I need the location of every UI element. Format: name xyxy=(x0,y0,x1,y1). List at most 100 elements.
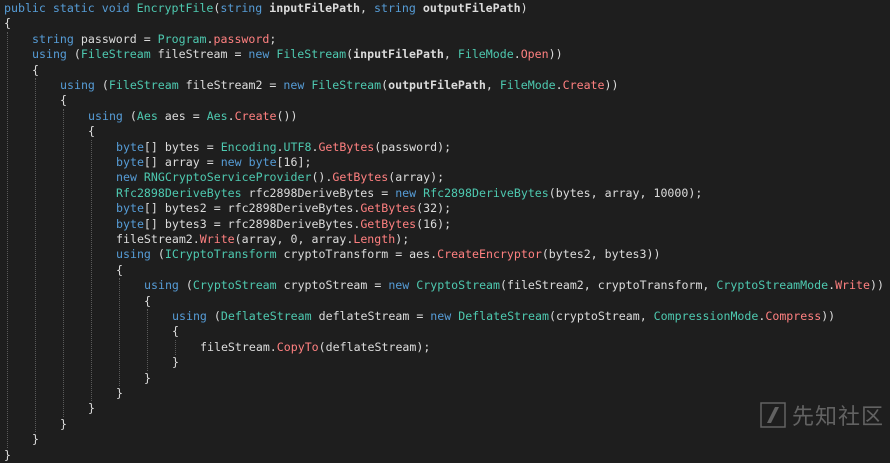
code-token: Encoding xyxy=(220,139,277,154)
code-line: { xyxy=(88,124,95,139)
code-token: . xyxy=(513,47,521,62)
code-line: byte[] array = new byte[16]; xyxy=(116,155,311,170)
code-token: string xyxy=(32,31,81,46)
code-line: } xyxy=(32,432,39,447)
code-token: byte xyxy=(116,139,144,154)
code-token: Rfc2898DeriveBytes xyxy=(423,185,549,200)
code-token: byte xyxy=(116,201,144,216)
code-token: DeflateStream xyxy=(220,309,312,323)
code-line: } xyxy=(4,448,11,463)
code-token: fileStream2. xyxy=(116,232,200,246)
code-token: RNGCryptoServiceProvider xyxy=(143,170,312,185)
code-token: CopyTo xyxy=(276,339,319,354)
code-token: fileStream. xyxy=(200,339,277,354)
code-line: { xyxy=(116,263,123,278)
code-token: { xyxy=(172,324,179,339)
indent-guide xyxy=(63,108,64,417)
code-token: ()) xyxy=(276,108,298,123)
code-token: )) xyxy=(821,309,836,323)
code-line: { xyxy=(144,294,151,309)
code-token: Create xyxy=(234,108,277,123)
code-token: inputFilePath xyxy=(353,47,444,62)
indent-guide xyxy=(175,339,176,356)
code-token: Aes xyxy=(206,108,228,123)
code-token: FileMode xyxy=(457,47,514,62)
code-token: using xyxy=(60,78,102,92)
xianzhi-logo-icon xyxy=(760,402,786,428)
code-token: outputFilePath xyxy=(388,78,486,92)
code-token: ( xyxy=(73,47,81,62)
code-token: { xyxy=(4,16,11,31)
code-token: new xyxy=(116,170,144,185)
code-token: ( xyxy=(157,247,165,262)
indent-guide xyxy=(91,139,92,402)
code-token: Write xyxy=(835,278,870,293)
code-token: { xyxy=(116,262,123,277)
code-token: ( xyxy=(213,309,221,323)
code-token: , xyxy=(360,1,374,15)
code-token: ) xyxy=(520,1,528,15)
code-token: )) xyxy=(604,78,619,92)
code-token: (bytes, array, 10000); xyxy=(548,185,703,200)
code-token: } xyxy=(144,370,151,385)
code-line: using (CryptoStream cryptoStream = new C… xyxy=(144,278,884,293)
code-token: byte xyxy=(116,216,144,231)
indent-guide xyxy=(119,278,120,386)
code-line: new RNGCryptoServiceProvider().GetBytes(… xyxy=(116,170,444,185)
code-editor[interactable]: 先知社区 public static void EncryptFile(stri… xyxy=(0,0,890,462)
code-token: FileStream xyxy=(80,47,151,62)
code-token: FileStream xyxy=(108,78,179,92)
code-line: byte[] bytes3 = rfc2898DeriveBytes.GetBy… xyxy=(116,217,451,232)
code-token: { xyxy=(88,124,95,139)
code-token: } xyxy=(32,432,39,447)
code-token: new xyxy=(248,47,277,62)
code-token: } xyxy=(60,416,67,431)
code-line: } xyxy=(88,401,95,416)
code-token: FileStream xyxy=(276,47,347,62)
code-token: FileStream xyxy=(311,78,382,92)
code-token: . xyxy=(227,108,235,123)
code-line: using (DeflateStream deflateStream = new… xyxy=(172,309,835,324)
code-token: (cryptoStream, xyxy=(548,309,654,323)
code-token: DeflateStream xyxy=(458,309,549,323)
code-token: CompressionMode xyxy=(653,309,759,323)
code-line: } xyxy=(172,355,179,370)
code-token: inputFilePath xyxy=(269,1,361,15)
code-token: new xyxy=(430,309,459,323)
code-token: UTF8 xyxy=(283,139,312,154)
code-token: string xyxy=(373,1,423,15)
code-line: { xyxy=(172,324,179,339)
code-token: , xyxy=(485,78,500,92)
code-token: GetBytes xyxy=(360,216,417,231)
code-token: } xyxy=(4,447,11,462)
code-token: public static void xyxy=(4,1,137,15)
code-line: } xyxy=(144,371,151,386)
code-token: CryptoStream xyxy=(192,278,277,293)
code-token: (array); xyxy=(388,170,445,185)
code-token: GetBytes xyxy=(332,170,389,185)
code-line: using (FileStream fileStream2 = new File… xyxy=(60,78,619,93)
code-token: ( xyxy=(185,278,193,293)
code-token: password = xyxy=(80,31,158,46)
code-token: Rfc2898DeriveBytes xyxy=(116,185,242,200)
code-token: (deflateStream); xyxy=(318,339,431,354)
code-token: { xyxy=(32,62,39,77)
code-line: using (ICryptoTransform cryptoTransform … xyxy=(116,247,660,262)
code-token: Create xyxy=(562,78,605,92)
code-token: GetBytes xyxy=(360,201,417,216)
code-token: ICryptoTransform xyxy=(164,247,277,262)
code-token: rfc2898DeriveBytes = xyxy=(241,185,396,200)
code-token: using xyxy=(32,47,74,62)
code-line: using (FileStream fileStream = new FileS… xyxy=(32,47,563,62)
code-token: [] bytes2 = rfc2898DeriveBytes. xyxy=(143,201,361,216)
code-line: string password = Program.password; xyxy=(32,32,276,47)
code-token: new xyxy=(388,278,417,293)
code-token: , xyxy=(443,47,458,62)
code-token: byte xyxy=(116,155,144,169)
code-token: fileStream2 = xyxy=(178,78,284,92)
code-line: public static void EncryptFile(string in… xyxy=(4,1,528,16)
code-token: [] bytes = xyxy=(143,139,221,154)
code-line: { xyxy=(32,63,39,78)
code-token: GetBytes xyxy=(318,139,375,154)
code-token: aes = xyxy=(157,108,207,123)
